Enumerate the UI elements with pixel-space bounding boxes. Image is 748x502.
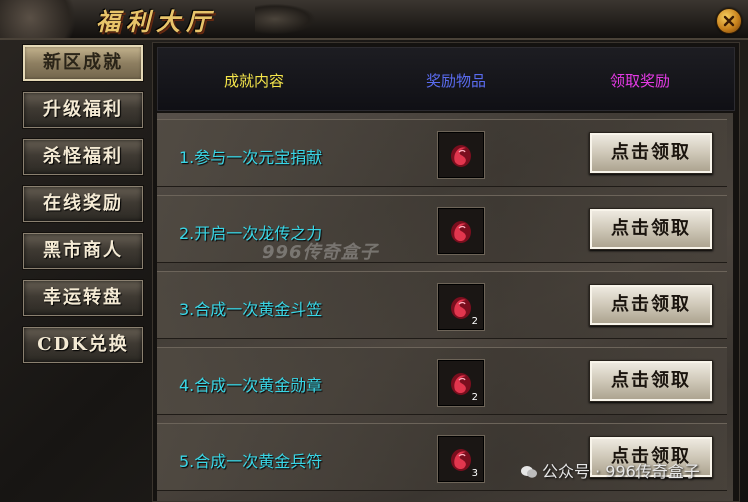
close-button[interactable] (716, 8, 742, 34)
reward-quantity: 3 (471, 468, 478, 479)
table-row: 3.合成一次黄金斗笠 2 点击领取 (157, 271, 727, 339)
nav-online-rewards[interactable]: 在线奖励 (22, 185, 144, 223)
claim-button[interactable]: 点击领取 (589, 284, 713, 326)
reward-slot[interactable]: 3 (437, 435, 485, 483)
nav-cdk-redeem[interactable]: CDK兑换 (22, 326, 144, 364)
side-nav: 新区成就 升级福利 杀怪福利 在线奖励 黑市商人 幸运转盘 CDK兑换 (18, 44, 148, 373)
dragon-ornament-icon (0, 0, 92, 38)
title-bar: 福利大厅 (0, 0, 748, 40)
claim-button[interactable]: 点击领取 (589, 132, 713, 174)
achievement-text: 5.合成一次黄金兵符 (179, 452, 323, 471)
watermark-center: 996传奇盒子 (262, 242, 379, 263)
watermark-corner-text: 公众号 · 996传奇盒子 (542, 462, 700, 481)
reward-slot[interactable]: 2 (437, 283, 485, 331)
nav-level-up-welfare[interactable]: 升级福利 (22, 91, 144, 129)
table-row: 4.合成一次黄金勋章 2 点击领取 (157, 347, 727, 415)
red-dragon-gem-icon (451, 145, 471, 167)
welfare-window: 福利大厅 新区成就 升级福利 杀怪福利 在线奖励 黑市商人 幸运转盘 CDK兑换… (0, 0, 748, 502)
achievement-text: 1.参与一次元宝捐献 (179, 148, 323, 167)
close-icon (723, 15, 735, 27)
nav-lucky-wheel[interactable]: 幸运转盘 (22, 279, 144, 317)
reward-slot[interactable] (437, 131, 485, 179)
content-panel: 成就内容 奖励物品 领取奖励 1.参与一次元宝捐献 点击领取 2.开启一次龙传之… (152, 42, 740, 502)
wechat-icon (521, 466, 537, 478)
claim-button[interactable]: 点击领取 (589, 208, 713, 250)
achievement-text: 3.合成一次黄金斗笠 (179, 300, 323, 319)
red-dragon-gem-icon (451, 221, 471, 243)
reward-slot[interactable]: 2 (437, 359, 485, 407)
nav-monster-kill-welfare[interactable]: 杀怪福利 (22, 138, 144, 176)
achievement-text: 4.合成一次黄金勋章 (179, 376, 323, 395)
table-row: 1.参与一次元宝捐献 点击领取 (157, 119, 727, 187)
window-title: 福利大厅 (96, 7, 216, 36)
claim-button[interactable]: 点击领取 (589, 360, 713, 402)
nav-black-market[interactable]: 黑市商人 (22, 232, 144, 270)
column-header-reward: 奖励物品 (426, 72, 487, 90)
reward-quantity: 2 (471, 316, 478, 327)
column-header-claim: 领取奖励 (610, 72, 671, 90)
table-row: 2.开启一次龙传之力 点击领取 (157, 195, 727, 263)
title-ornament-icon (255, 4, 315, 34)
achievement-list: 1.参与一次元宝捐献 点击领取 2.开启一次龙传之力 点击领取 3.合成一次黄金… (157, 113, 733, 501)
nav-new-server-achievements[interactable]: 新区成就 (22, 44, 144, 82)
reward-slot[interactable] (437, 207, 485, 255)
column-header-content: 成就内容 (224, 72, 285, 90)
reward-quantity: 2 (471, 392, 478, 403)
table-header: 成就内容 奖励物品 领取奖励 (157, 47, 735, 111)
watermark-corner: 公众号 · 996传奇盒子 (520, 458, 700, 482)
